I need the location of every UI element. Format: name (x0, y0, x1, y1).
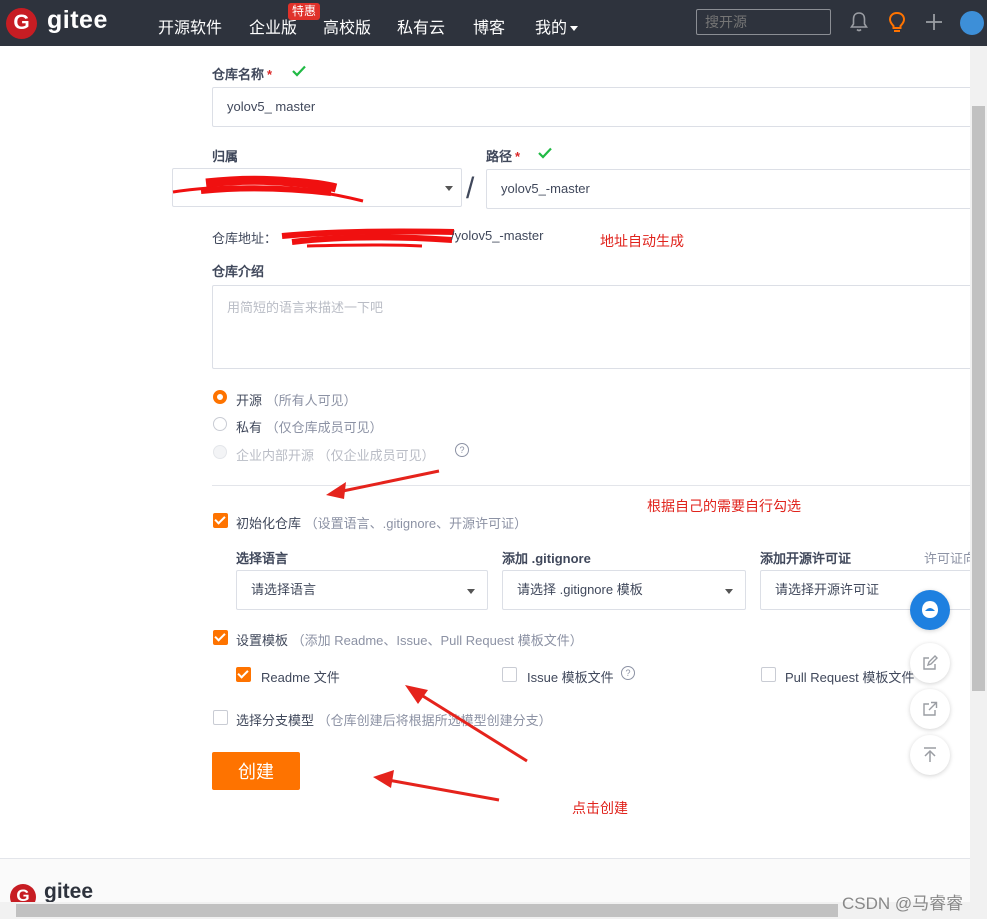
create-button[interactable]: 创建 (212, 752, 300, 790)
csdn-watermark: CSDN @马睿睿 (842, 894, 964, 913)
feedback-button[interactable] (910, 643, 950, 683)
horizontal-scrollbar-thumb[interactable] (16, 904, 838, 917)
chat-assistant-button[interactable] (910, 590, 950, 630)
chat-icon (922, 601, 938, 618)
footer (0, 859, 970, 902)
edit-icon (923, 655, 938, 670)
back-to-top-button[interactable] (910, 735, 950, 775)
share-button[interactable] (910, 689, 950, 729)
annotation-arrow (373, 685, 528, 802)
vertical-scrollbar-thumb[interactable] (972, 106, 985, 691)
share-icon (923, 701, 938, 716)
footer-gitee-logo-text[interactable]: gitee (44, 880, 93, 904)
annotation-click-create: 点击创建 (572, 800, 628, 816)
back-to-top-icon (924, 747, 936, 762)
